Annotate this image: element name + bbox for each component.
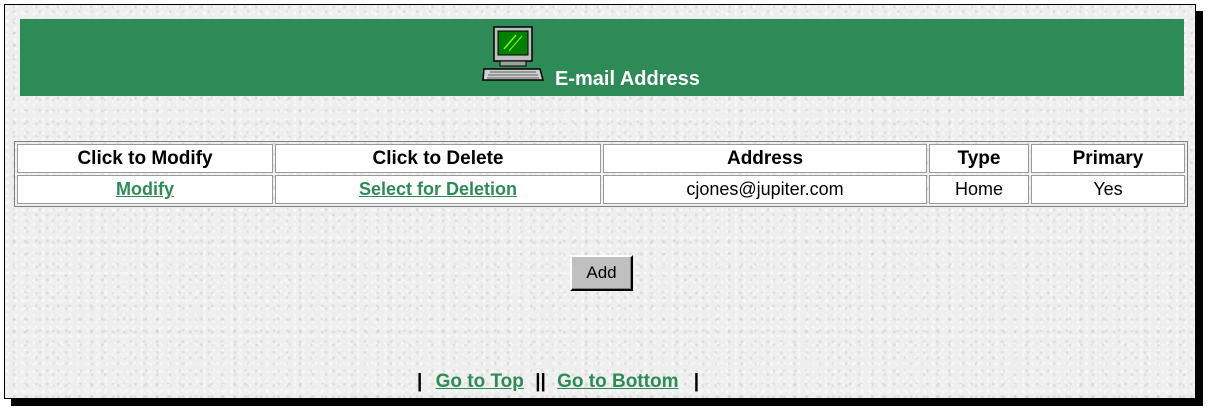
go-to-bottom-link[interactable]: Go to Bottom bbox=[557, 371, 678, 392]
type-cell: Home bbox=[929, 175, 1029, 204]
table-header-row: Click to Modify Click to Delete Address … bbox=[17, 144, 1185, 173]
footer-separator: || bbox=[535, 371, 546, 392]
table-row: Modify Select for Deletion cjones@jupite… bbox=[17, 175, 1185, 204]
footer-separator: | bbox=[693, 371, 700, 392]
footer-separator: | bbox=[417, 371, 423, 392]
email-address-panel: E-mail Address Click to Modify Click to … bbox=[4, 4, 1196, 399]
email-table: Click to Modify Click to Delete Address … bbox=[14, 141, 1188, 207]
column-header-type: Type bbox=[929, 144, 1029, 173]
column-header-primary: Primary bbox=[1031, 144, 1185, 173]
computer-icon bbox=[482, 26, 544, 81]
select-for-deletion-link[interactable]: Select for Deletion bbox=[359, 179, 517, 199]
column-header-delete: Click to Delete bbox=[275, 144, 601, 173]
address-cell: cjones@jupiter.com bbox=[603, 175, 927, 204]
modify-link[interactable]: Modify bbox=[116, 179, 174, 199]
footer-navigation: | Go to Top || Go to Bottom | bbox=[417, 371, 699, 393]
column-header-modify: Click to Modify bbox=[17, 144, 273, 173]
go-to-top-link[interactable]: Go to Top bbox=[436, 371, 524, 392]
section-header: E-mail Address bbox=[20, 19, 1184, 96]
column-header-address: Address bbox=[603, 144, 927, 173]
add-button[interactable]: Add bbox=[570, 255, 633, 291]
primary-cell: Yes bbox=[1031, 175, 1185, 204]
delete-cell: Select for Deletion bbox=[275, 175, 601, 204]
page-title: E-mail Address bbox=[555, 68, 700, 90]
modify-cell: Modify bbox=[17, 175, 273, 204]
